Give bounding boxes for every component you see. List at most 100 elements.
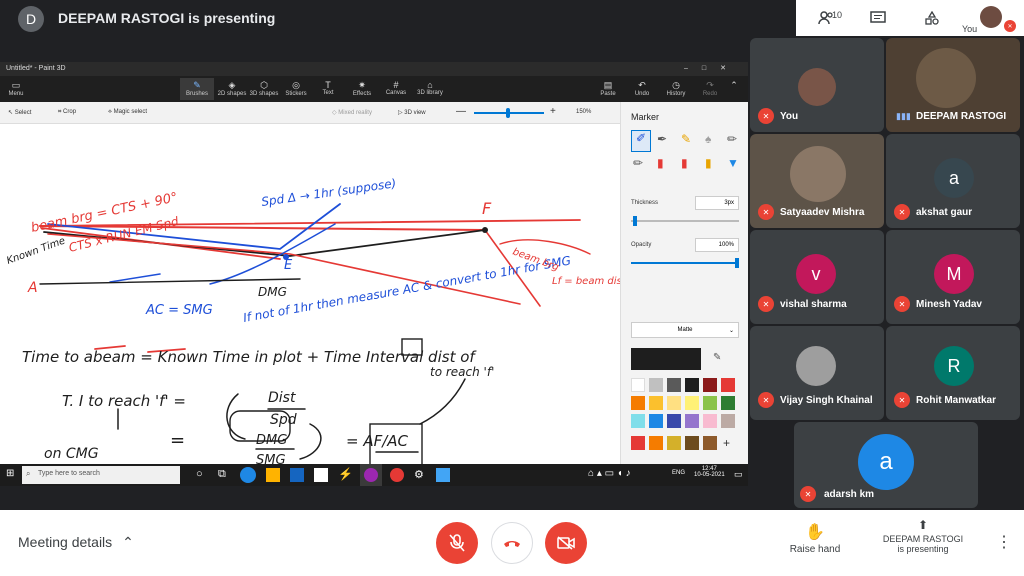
crayon-icon[interactable]: ▮ (681, 156, 688, 170)
leave-call-button[interactable] (491, 522, 533, 564)
finish-dropdown[interactable]: Matte ⌄ (631, 322, 739, 338)
3d-view-button[interactable]: ▷ 3D view (398, 109, 426, 116)
chrome-icon[interactable] (390, 468, 404, 482)
color-swatch[interactable] (631, 414, 645, 428)
magic-select-tool[interactable]: ⟡ Magic select (108, 109, 147, 116)
ribbon-text[interactable]: T Text (312, 80, 344, 96)
paint3d-taskbar-icon[interactable] (360, 464, 382, 486)
participant-tile-adarsh[interactable]: a ✕ adarsh km (794, 422, 978, 508)
ribbon-history[interactable]: ◷ History (660, 80, 692, 97)
taskbar-clock[interactable]: 12:47 10-05-2021 (694, 466, 725, 478)
ribbon-2d-shapes[interactable]: ◈ 2D shapes (216, 80, 248, 97)
participant-tile-you[interactable]: ✕ You (750, 38, 884, 132)
participant-tile-rohit[interactable]: R ✕ Rohit Manwatkar (886, 326, 1020, 420)
participant-tile-vijay[interactable]: ✕ Vijay Singh Khainal (750, 326, 884, 420)
color-swatch[interactable] (649, 378, 663, 392)
watercolor-icon[interactable]: ♠ (705, 132, 711, 146)
crop-tool[interactable]: ⌗ Crop (58, 109, 76, 116)
calligraphy-pen-icon[interactable]: ✒ (657, 132, 667, 146)
color-swatch[interactable] (703, 414, 717, 428)
color-swatch[interactable] (703, 378, 717, 392)
color-swatch[interactable] (685, 378, 699, 392)
mixed-reality-button[interactable]: ◇ Mixed reality (332, 109, 372, 116)
presenting-button[interactable]: ⬆ DEEPAM RASTOGI is presenting (868, 518, 978, 554)
oil-brush-icon[interactable]: ✎ (681, 132, 691, 146)
opacity-input[interactable]: 100% (695, 238, 739, 252)
more-options-icon[interactable]: ⋮ (996, 532, 1012, 552)
ribbon-redo[interactable]: ↷ Redo (694, 80, 726, 97)
settings-icon[interactable]: ⚙ (414, 468, 424, 481)
add-color-button[interactable]: + (723, 436, 730, 450)
chat-button[interactable] (866, 8, 890, 28)
ribbon-undo[interactable]: ↶ Undo (626, 80, 658, 97)
spray-can-icon[interactable]: ▮ (705, 156, 712, 170)
thickness-slider-thumb[interactable] (633, 216, 637, 226)
color-swatch[interactable] (703, 396, 717, 410)
color-swatch[interactable] (649, 436, 663, 450)
pixel-pen-icon[interactable]: ✏ (727, 132, 737, 146)
color-swatch[interactable] (667, 396, 681, 410)
task-view-icon[interactable]: ⧉ (218, 468, 226, 481)
select-tool[interactable]: ↖ Select (8, 109, 31, 116)
color-swatch[interactable] (685, 414, 699, 428)
cortana-icon[interactable]: ○ (196, 468, 203, 480)
windows-start-icon[interactable]: ⊞ (6, 469, 16, 479)
zoom-in-button[interactable]: + (550, 106, 556, 117)
color-swatch[interactable] (631, 436, 645, 450)
participant-tile-vishal[interactable]: v ✕ vishal sharma (750, 230, 884, 324)
pencil-icon[interactable]: ✏ (633, 156, 643, 170)
ribbon-stickers[interactable]: ◎ Stickers (280, 80, 312, 97)
color-swatch[interactable] (649, 414, 663, 428)
color-swatch[interactable] (649, 396, 663, 410)
store-icon[interactable] (290, 468, 304, 482)
color-swatch[interactable] (703, 436, 717, 450)
color-swatch[interactable] (631, 396, 645, 410)
color-swatch[interactable] (721, 396, 735, 410)
ribbon-paste[interactable]: ▤ Paste (592, 80, 624, 97)
ribbon-menu[interactable]: ▭ Menu (0, 80, 32, 97)
taskbar-search-input[interactable]: ⌕ Type here to search (22, 466, 180, 484)
language-indicator[interactable]: ENG (672, 470, 685, 476)
participant-tile-satyaadev[interactable]: ✕ Satyaadev Mishra (750, 134, 884, 228)
eyedropper-icon[interactable]: ✎ (713, 352, 721, 363)
window-controls[interactable]: –□✕ (684, 64, 740, 72)
activities-button[interactable] (920, 8, 944, 28)
drawing-canvas[interactable]: beam brg = CTS + 90° CTS x RUN EM Spd Sp… (0, 124, 620, 464)
notifications-icon[interactable]: ▭ (734, 469, 743, 480)
zoom-slider-thumb[interactable] (506, 108, 510, 118)
tray-icons[interactable]: ⌂ ▴ ▭ ◖ ♪ (588, 468, 631, 479)
color-swatch[interactable] (667, 436, 681, 450)
participant-tile-akshat[interactable]: a ✕ akshat gaur (886, 134, 1020, 228)
zoom-out-button[interactable]: — (456, 106, 466, 117)
opacity-slider[interactable] (631, 262, 739, 264)
raise-hand-button[interactable]: ✋ Raise hand (784, 522, 846, 555)
camera-toggle-button[interactable] (545, 522, 587, 564)
people-button[interactable]: 10 (814, 8, 842, 28)
meeting-details-button[interactable]: Meeting details ⌃ (18, 534, 134, 551)
participant-tile-minesh[interactable]: M ✕ Minesh Yadav (886, 230, 1020, 324)
thickness-slider[interactable] (631, 220, 739, 222)
fill-bucket-icon[interactable]: ▼ (727, 156, 739, 170)
color-swatch[interactable] (721, 378, 735, 392)
ribbon-canvas[interactable]: # Canvas (380, 80, 412, 96)
photos-icon[interactable] (436, 468, 450, 482)
ribbon-3d-shapes[interactable]: ⬡ 3D shapes (248, 80, 280, 97)
opacity-slider-thumb[interactable] (735, 258, 739, 268)
color-swatch[interactable] (631, 378, 645, 392)
current-color[interactable] (631, 348, 701, 370)
collapse-ribbon-button[interactable]: ⌃ (726, 80, 742, 91)
file-explorer-icon[interactable] (266, 468, 280, 482)
participant-tile-deepam[interactable]: ▮▮▮ DEEPAM RASTOGI (886, 38, 1020, 132)
ribbon-brushes[interactable]: ✎ Brushes (180, 78, 214, 100)
color-swatch[interactable] (685, 396, 699, 410)
color-swatch[interactable] (667, 414, 681, 428)
notepad-icon[interactable] (314, 468, 328, 482)
color-swatch[interactable] (685, 436, 699, 450)
edge-icon[interactable] (240, 467, 256, 483)
thickness-input[interactable]: 3px (695, 196, 739, 210)
marker-brush-icon[interactable]: ✐ (631, 130, 651, 152)
microphone-toggle-button[interactable] (436, 522, 478, 564)
ribbon-effects[interactable]: ✷ Effects (346, 80, 378, 97)
app-icon[interactable]: ⚡ (338, 467, 353, 481)
color-swatch[interactable] (721, 414, 735, 428)
